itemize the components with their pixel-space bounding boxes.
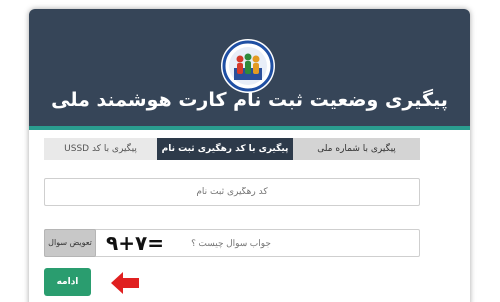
header: پیگیری وضعیت ثبت نام کارت هوشمند ملی	[29, 9, 470, 126]
tracking-code-input[interactable]	[44, 178, 420, 206]
captcha-refresh-button[interactable]: تعویض سوال	[44, 229, 96, 257]
header-divider	[29, 126, 470, 130]
continue-button[interactable]: ادامه	[44, 268, 91, 296]
tab-tracking-code[interactable]: پیگیری با کد رهگیری ثبت نام	[157, 138, 293, 160]
national-registration-logo-icon	[221, 39, 275, 93]
tracking-method-tabs: پیگیری با کد USSD پیگیری با کد رهگیری ثب…	[44, 138, 420, 160]
page-title: پیگیری وضعیت ثبت نام کارت هوشمند ملی	[51, 89, 448, 111]
tab-national-code[interactable]: پیگیری با شماره ملی	[293, 138, 420, 160]
tab-ussd[interactable]: پیگیری با کد USSD	[44, 138, 157, 160]
red-arrow-icon	[111, 272, 139, 294]
captcha-text: ۹+۷=	[106, 231, 164, 255]
captcha-image: ۹+۷=	[106, 231, 164, 255]
captcha-row: تعویض سوال ۹+۷=	[44, 229, 420, 257]
